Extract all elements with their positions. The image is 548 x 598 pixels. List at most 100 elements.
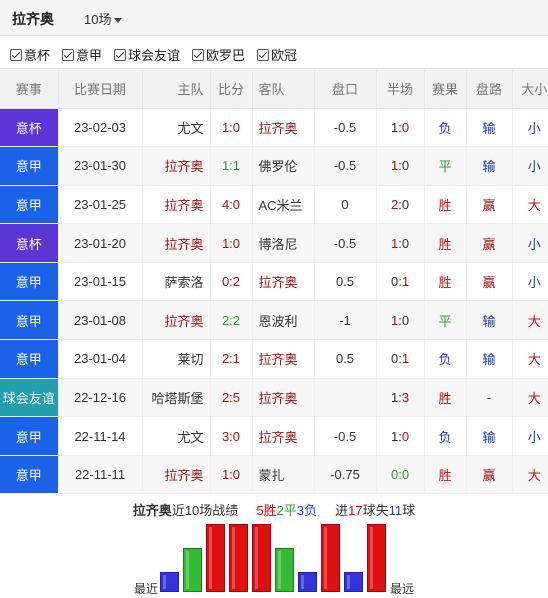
over-under: 小 [512, 223, 548, 263]
over-under: 大 [512, 339, 548, 379]
half-time-score: 1:3 [376, 378, 425, 418]
home-team[interactable]: 尤文 [142, 108, 211, 148]
match-table: 赛事 比赛日期 主队 比分 客队 盘口 半场 赛果 盘路 大小 意杯 23-02-… [0, 70, 548, 495]
checkbox-icon[interactable] [114, 49, 126, 61]
home-team[interactable]: 拉齐奥 [142, 300, 211, 341]
match-result: 负 [424, 416, 467, 456]
home-team[interactable]: 拉齐奥 [142, 223, 211, 263]
table-row[interactable]: 意甲 23-01-04 莱切 2:1 拉齐奥 0.5 0:1 负输大 [0, 339, 548, 379]
away-team[interactable]: AC米兰 [252, 185, 315, 225]
filter-ucl[interactable]: 欧冠 [257, 45, 297, 64]
over-under: 小 [512, 262, 548, 302]
handicap: 0.5 [314, 339, 377, 379]
league-badge: 意甲 [0, 262, 59, 302]
form-bar [367, 524, 386, 592]
handicap: -1 [314, 300, 377, 341]
away-team[interactable]: 蒙扎 [252, 455, 315, 495]
col-half: 半场 [376, 70, 425, 109]
chart-label-oldest: 最远 [390, 582, 415, 596]
home-team[interactable]: 哈塔斯堡 [142, 378, 211, 418]
table-row[interactable]: 意甲 22-11-14 尤文 3:0 拉齐奥 -0.5 1:0 负输小 [0, 416, 548, 456]
over-under: 大 [512, 455, 548, 495]
match-count-value: 10场 [84, 12, 112, 27]
over-under: 小 [512, 108, 548, 148]
handicap-result: 赢 [466, 223, 513, 263]
form-bar [160, 572, 179, 592]
table-row[interactable]: 意甲 23-01-25 拉齐奥 4:0 AC米兰 0 2:0 胜赢大 [0, 185, 548, 225]
match-score: 2:5 [210, 378, 253, 418]
home-team[interactable]: 拉齐奥 [142, 185, 211, 225]
table-row[interactable]: 意甲 23-01-30 拉齐奥 1:1 佛罗伦 -0.5 1:0 平输小 [0, 146, 548, 186]
checkbox-icon[interactable] [257, 49, 269, 61]
form-bar [183, 548, 202, 592]
away-team[interactable]: 博洛尼 [252, 223, 315, 263]
handicap-result: 输 [466, 416, 513, 456]
filter-europa[interactable]: 欧罗巴 [192, 45, 245, 64]
filter-yibei[interactable]: 意杯 [10, 45, 50, 64]
summary-label: 近10场战绩 [171, 503, 239, 518]
handicap: -0.5 [314, 416, 377, 456]
league-filters: 意杯 意甲 球会友谊 欧罗巴 欧冠 [0, 37, 548, 69]
home-team[interactable]: 莱切 [142, 339, 211, 379]
col-handicap: 盘口 [314, 70, 377, 109]
filter-club-friendly[interactable]: 球会友谊 [114, 45, 180, 64]
half-time-score: 1:0 [376, 416, 425, 456]
handicap-result: 输 [466, 146, 513, 186]
home-team[interactable]: 拉齐奥 [142, 146, 211, 186]
match-result: 胜 [424, 378, 467, 418]
match-date: 23-01-04 [58, 339, 143, 379]
away-team[interactable]: 恩波利 [252, 300, 315, 341]
form-bar [252, 524, 271, 592]
checkbox-icon[interactable] [10, 49, 22, 61]
table-row[interactable]: 球会友谊 22-12-16 哈塔斯堡 2:5 拉齐奥 1:3 胜 - 大 [0, 378, 548, 418]
table-row[interactable]: 意甲 23-01-15 萨索洛 0:2 拉齐奥 0.5 0:1 胜赢小 [0, 262, 548, 302]
col-date: 比赛日期 [58, 70, 143, 109]
home-team[interactable]: 拉齐奥 [142, 455, 211, 495]
away-team[interactable]: 拉齐奥 [252, 416, 315, 456]
away-team[interactable]: 拉齐奥 [252, 262, 315, 302]
handicap: -0.5 [314, 108, 377, 148]
home-team[interactable]: 尤文 [142, 416, 211, 456]
match-score: 0:2 [210, 262, 253, 302]
checkbox-icon[interactable] [62, 49, 74, 61]
col-score: 比分 [210, 70, 253, 109]
half-time-score: 0:0 [376, 455, 425, 495]
match-score: 1:0 [210, 108, 253, 148]
half-time-score: 1:0 [376, 223, 425, 263]
half-time-score: 1:0 [376, 300, 425, 341]
away-team[interactable]: 拉齐奥 [252, 378, 315, 418]
home-team[interactable]: 萨索洛 [142, 262, 211, 302]
match-count-select[interactable]: 10场 [84, 9, 123, 28]
table-row[interactable]: 意甲 23-01-08 拉齐奥 2:2 恩波利 -1 1:0 平输大 [0, 300, 548, 341]
summary-wins: 5 [256, 503, 264, 518]
away-team[interactable]: 拉齐奥 [252, 339, 315, 379]
half-time-score: 0:1 [376, 262, 425, 302]
match-date: 23-01-15 [58, 262, 143, 302]
form-bar [321, 524, 340, 592]
handicap-result: - [466, 378, 513, 418]
match-date: 22-11-14 [58, 416, 143, 456]
league-badge: 意甲 [0, 339, 59, 379]
over-under: 大 [512, 300, 548, 341]
table-row[interactable]: 意杯 23-01-20 拉齐奥 1:0 博洛尼 -0.5 1:0 胜赢小 [0, 223, 548, 263]
league-badge: 意甲 [0, 300, 59, 341]
handicap-result: 赢 [466, 262, 513, 302]
form-bar [229, 524, 248, 592]
filter-yijia[interactable]: 意甲 [62, 45, 102, 64]
form-bar [206, 524, 225, 592]
summary-goals-scored: 17 [348, 503, 363, 518]
col-home: 主队 [142, 70, 211, 109]
away-team[interactable]: 拉齐奥 [252, 108, 315, 148]
league-badge: 意甲 [0, 416, 59, 456]
handicap-result: 输 [466, 108, 513, 148]
half-time-score: 1:0 [376, 146, 425, 186]
form-bar [344, 572, 363, 592]
league-badge: 意杯 [0, 223, 59, 263]
table-row[interactable]: 意甲 22-11-11 拉齐奥 1:0 蒙扎 -0.75 0:0 胜赢大 [0, 455, 548, 495]
handicap: -0.5 [314, 146, 377, 186]
away-team[interactable]: 佛罗伦 [252, 146, 315, 186]
checkbox-icon[interactable] [192, 49, 204, 61]
handicap-result: 输 [466, 339, 513, 379]
table-row[interactable]: 意杯 23-02-03 尤文 1:0 拉齐奥 -0.5 1:0 负输小 [0, 108, 548, 148]
over-under: 大 [512, 185, 548, 225]
